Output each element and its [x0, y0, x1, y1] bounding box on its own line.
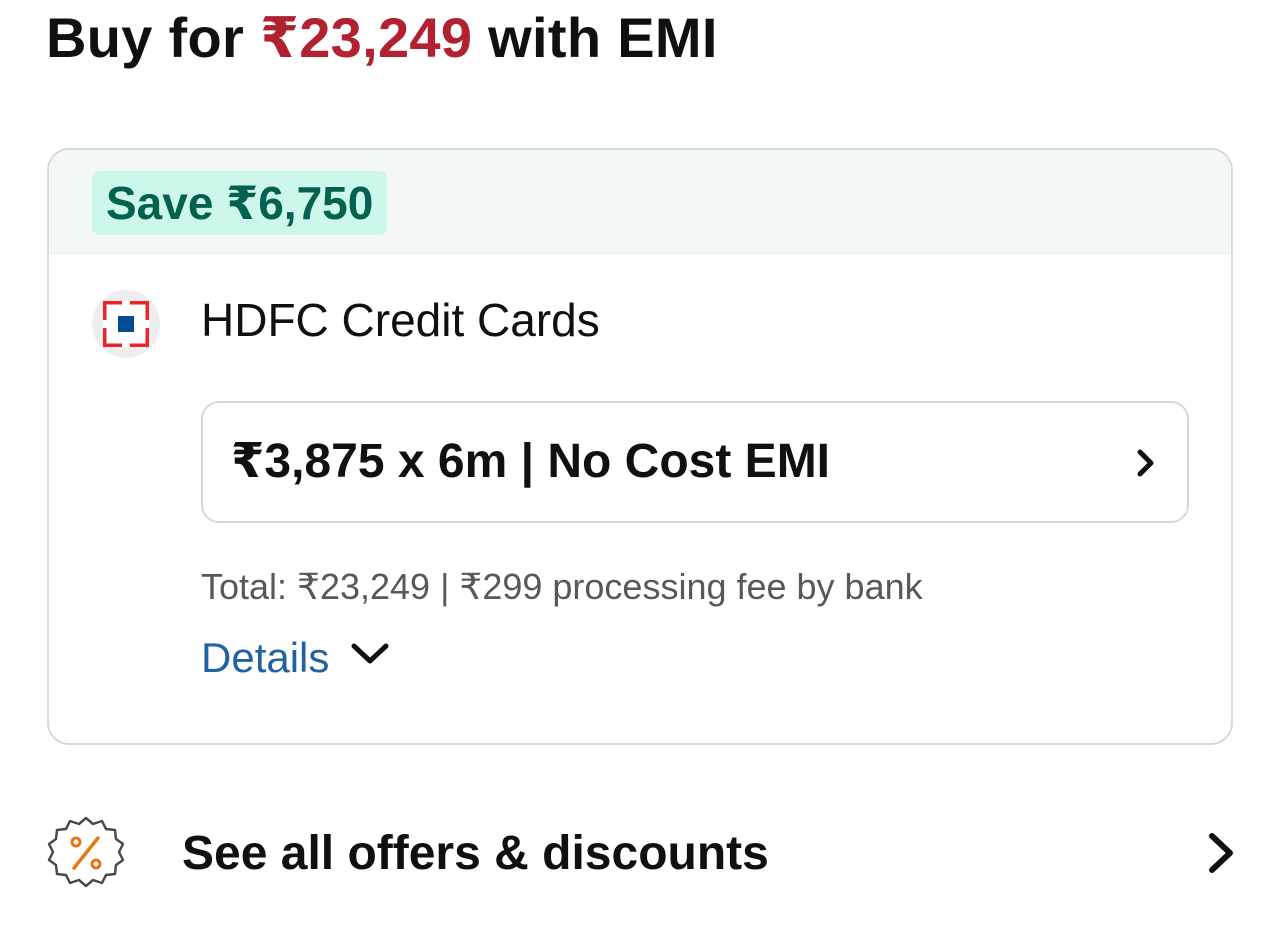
headline-prefix: Buy for [46, 6, 260, 69]
chevron-right-icon [1206, 830, 1236, 881]
emi-offer-card: Save ₹6,750 HDFC Credit Cards ₹3,875 x 6… [47, 148, 1233, 745]
percent-badge-icon [46, 812, 126, 897]
emi-total-text: Total: ₹23,249 | ₹299 processing fee by … [201, 566, 923, 607]
emi-headline: Buy for ₹23,249 with EMI [46, 2, 718, 74]
headline-suffix: with EMI [472, 6, 718, 69]
see-all-offers-label: See all offers & discounts [182, 827, 769, 880]
card-header: Save ₹6,750 [49, 150, 1231, 255]
emi-section: Buy for ₹23,249 with EMI Save ₹6,750 HDF… [0, 0, 1280, 930]
see-all-offers-link[interactable]: See all offers & discounts [46, 812, 1236, 896]
chevron-right-icon [1135, 447, 1157, 484]
emi-plan-selector[interactable]: ₹3,875 x 6m | No Cost EMI [201, 401, 1189, 523]
headline-price: ₹23,249 [259, 6, 473, 69]
bank-name: HDFC Credit Cards [201, 294, 600, 346]
details-label: Details [201, 634, 330, 681]
details-toggle[interactable]: Details [201, 630, 391, 686]
emi-plan-label: ₹3,875 x 6m | No Cost EMI [231, 435, 831, 488]
save-badge: Save ₹6,750 [92, 171, 388, 235]
hdfc-bank-logo-icon [92, 290, 160, 358]
chevron-down-icon [349, 639, 391, 674]
